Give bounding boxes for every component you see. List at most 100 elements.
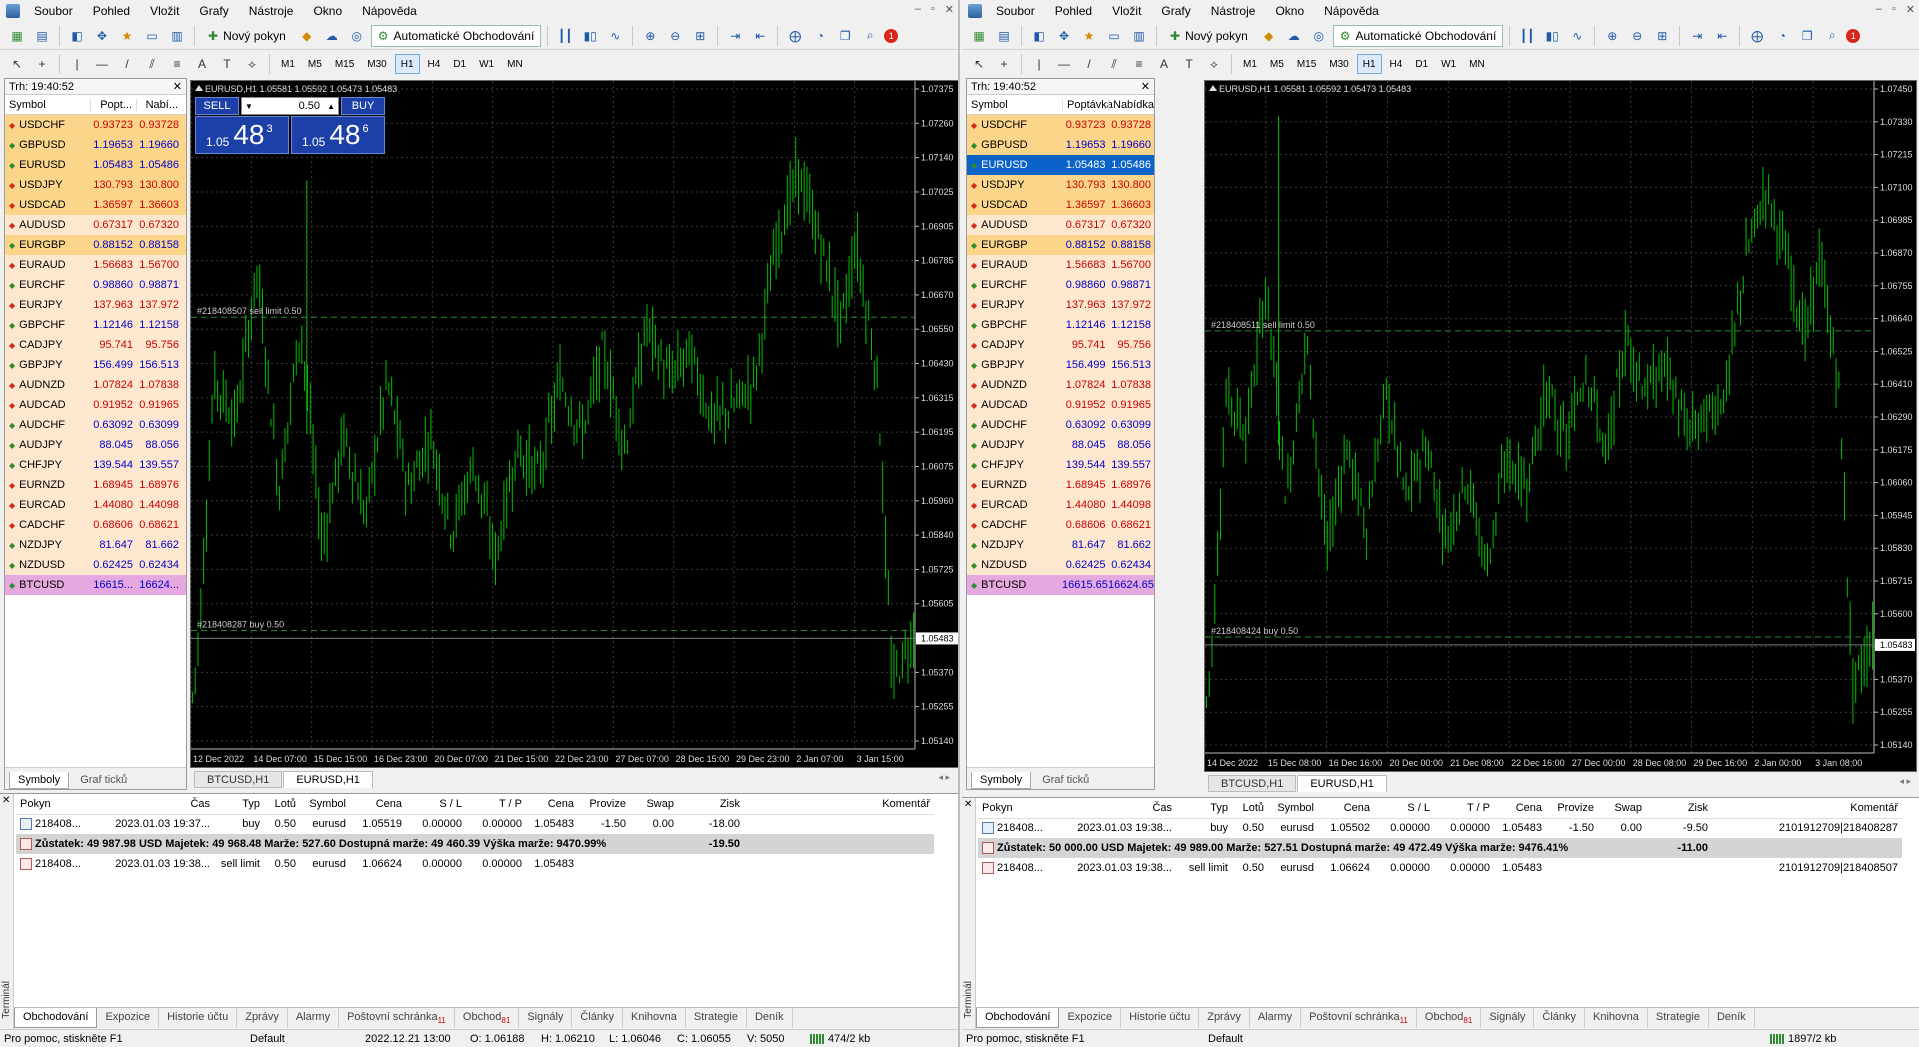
column-header[interactable]: Symbol xyxy=(1268,798,1318,819)
cursor-icon[interactable]: ↖ xyxy=(6,53,28,75)
buy-price-box[interactable]: 1.05 48 6 xyxy=(291,116,385,154)
chart-tab[interactable]: EURUSD,H1 xyxy=(1297,775,1387,792)
terminal-tab[interactable]: Obchod81 xyxy=(1417,1008,1482,1028)
close-icon[interactable]: ✕ xyxy=(0,794,13,807)
terminal-tab[interactable]: Články xyxy=(572,1008,624,1028)
column-header[interactable]: Swap xyxy=(630,794,678,815)
column-header[interactable]: Symbol xyxy=(300,794,350,815)
market-watch-row[interactable]: ◆ CADCHF 0.68606 0.68621 xyxy=(5,515,186,535)
autoscroll-icon[interactable]: ⇥ xyxy=(1686,25,1708,47)
market-watch-row[interactable]: ◆ EURAUD 1.56683 1.56700 xyxy=(967,255,1154,275)
tab-scroll-arrows[interactable]: ◂ ▸ xyxy=(1899,776,1911,787)
search-icon[interactable]: ⌕ xyxy=(859,25,881,47)
tile-windows-icon[interactable]: ⊞ xyxy=(689,25,711,47)
market-watch-row[interactable]: ◆ EURAUD 1.56683 1.56700 xyxy=(5,255,186,275)
connection-status[interactable]: 1897/2 kb xyxy=(1770,1033,1836,1045)
market-watch-row[interactable]: ◆ CHFJPY 139.544 139.557 xyxy=(967,455,1154,475)
chart-shift-icon[interactable]: ⇤ xyxy=(1711,25,1733,47)
timeframe-h1-button[interactable]: H1 xyxy=(394,54,420,74)
terminal-tab[interactable]: Poštovní schránka11 xyxy=(1301,1008,1417,1028)
indicators-icon[interactable]: ⨁ xyxy=(1746,25,1768,47)
timeframe-m30-button[interactable]: M30 xyxy=(362,54,391,74)
label-icon[interactable]: T xyxy=(1178,53,1200,75)
timeframe-h4-button[interactable]: H4 xyxy=(1385,54,1408,74)
minimize-icon[interactable]: – xyxy=(915,3,921,16)
market-watch-row[interactable]: ◆ EURCHF 0.98860 0.98871 xyxy=(5,275,186,295)
price-chart[interactable]: 1.07375 1.07260 1.07140 1.07025 1.06905 1.067… xyxy=(190,80,958,768)
menu-item[interactable]: Nápověda xyxy=(1314,4,1389,18)
terminal-tab[interactable]: Deník xyxy=(1709,1008,1755,1028)
menu-item[interactable]: Pohled xyxy=(1045,4,1102,18)
col-ask-header[interactable]: Nabídka xyxy=(1108,98,1154,111)
close-icon[interactable]: ✕ xyxy=(1906,3,1915,16)
timeframe-w1-button[interactable]: W1 xyxy=(474,54,499,74)
market-watch-icon[interactable]: ◧ xyxy=(66,25,88,47)
fibo-icon[interactable]: ≡ xyxy=(166,53,188,75)
market-watch-row[interactable]: ◆ EURNZD 1.68945 1.68976 xyxy=(5,475,186,495)
market-watch-row[interactable]: ◆ GBPJPY 156.499 156.513 xyxy=(967,355,1154,375)
market-watch-row[interactable]: ◆ GBPUSD 1.19653 1.19660 xyxy=(5,135,186,155)
terminal-tab[interactable]: Expozice xyxy=(1059,1008,1122,1028)
cloud-icon[interactable]: ☁ xyxy=(321,25,343,47)
timeframe-m15-button[interactable]: M15 xyxy=(330,54,359,74)
bar-chart-icon[interactable]: ┃┃ xyxy=(1516,25,1538,47)
timeframe-w1-button[interactable]: W1 xyxy=(1436,54,1461,74)
timeframe-m30-button[interactable]: M30 xyxy=(1324,54,1353,74)
chart-shift-icon[interactable]: ⇤ xyxy=(749,25,771,47)
column-header[interactable]: Čas xyxy=(94,794,214,815)
channel-icon[interactable]: ⫽ xyxy=(141,53,163,75)
chart-tab[interactable]: BTCUSD,H1 xyxy=(1208,775,1297,792)
search-icon[interactable]: ⌕ xyxy=(1821,25,1843,47)
cloud-icon[interactable]: ☁ xyxy=(1283,25,1305,47)
vline-icon[interactable]: | xyxy=(1028,53,1050,75)
timeframe-m5-button[interactable]: M5 xyxy=(303,54,327,74)
lots-input[interactable]: ▼ 0.50 ▲ xyxy=(241,97,339,115)
connection-status[interactable]: 474/2 kb xyxy=(810,1033,870,1045)
terminal-tab[interactable]: Deník xyxy=(747,1008,793,1028)
auto-trading-button[interactable]: ⚙ Automatické Obchodování xyxy=(370,24,542,47)
market-watch-row[interactable]: ◆ AUDCAD 0.91952 0.91965 xyxy=(5,395,186,415)
trade-row[interactable]: 218408... 2023.01.03 19:38... buy 0.50 eurus… xyxy=(978,818,1902,838)
tab-symbols[interactable]: Symboly xyxy=(971,772,1032,789)
market-watch-row[interactable]: ◆ EURJPY 137.963 137.972 xyxy=(5,295,186,315)
market-watch-row[interactable]: ◆ NZDJPY 81.647 81.662 xyxy=(967,535,1154,555)
metaeditor-icon[interactable]: ◆ xyxy=(296,25,318,47)
close-icon[interactable]: ✕ xyxy=(173,80,182,93)
col-symbol-header[interactable]: Symbol xyxy=(5,99,90,111)
chart-tab[interactable]: EURUSD,H1 xyxy=(283,771,373,788)
autoscroll-icon[interactable]: ⇥ xyxy=(724,25,746,47)
terminal-icon[interactable]: ▭ xyxy=(1103,25,1125,47)
sell-price-box[interactable]: 1.05 48 3 xyxy=(195,116,289,154)
terminal-icon[interactable]: ▭ xyxy=(141,25,163,47)
market-watch-row[interactable]: ◆ AUDNZD 1.07824 1.07838 xyxy=(5,375,186,395)
vline-icon[interactable]: | xyxy=(66,53,88,75)
tab-symbols[interactable]: Symboly xyxy=(9,772,70,789)
text-icon[interactable]: A xyxy=(1153,53,1175,75)
menu-item[interactable]: Vložit xyxy=(140,4,189,18)
timeframe-d1-button[interactable]: D1 xyxy=(1410,54,1433,74)
zoom-in-icon[interactable]: ⊕ xyxy=(639,25,661,47)
line-chart-icon[interactable]: ∿ xyxy=(604,25,626,47)
column-header[interactable]: S / L xyxy=(406,794,466,815)
channel-icon[interactable]: ⫽ xyxy=(1103,53,1125,75)
column-header[interactable]: Cena xyxy=(1318,798,1374,819)
trendline-icon[interactable]: / xyxy=(1078,53,1100,75)
column-header[interactable]: Typ xyxy=(214,794,264,815)
market-watch-row[interactable]: ◆ USDCHF 0.93723 0.93728 xyxy=(5,115,186,135)
column-header[interactable]: Swap xyxy=(1598,798,1646,819)
menu-item[interactable]: Okno xyxy=(1265,4,1314,18)
column-header[interactable]: S / L xyxy=(1374,798,1434,819)
terminal-tab[interactable]: Knihovna xyxy=(1585,1008,1648,1028)
new-chart-icon[interactable]: ▦ xyxy=(6,25,28,47)
timeframe-m5-button[interactable]: M5 xyxy=(1265,54,1289,74)
profiles-icon[interactable]: ▤ xyxy=(993,25,1015,47)
timeframe-h1-button[interactable]: H1 xyxy=(1356,54,1382,74)
terminal-tab[interactable]: Historie účtu xyxy=(159,1008,238,1028)
menu-item[interactable]: Nástroje xyxy=(239,4,304,18)
market-watch-row[interactable]: ◆ USDJPY 130.793 130.800 xyxy=(5,175,186,195)
column-header[interactable]: Typ xyxy=(1176,798,1232,819)
terminal-tab[interactable]: Obchod81 xyxy=(455,1008,520,1028)
new-order-button[interactable]: ✚ Nový pokyn xyxy=(201,25,293,47)
menu-item[interactable]: Grafy xyxy=(1151,4,1200,18)
market-watch-row[interactable]: ◆ CADJPY 95.741 95.756 xyxy=(5,335,186,355)
